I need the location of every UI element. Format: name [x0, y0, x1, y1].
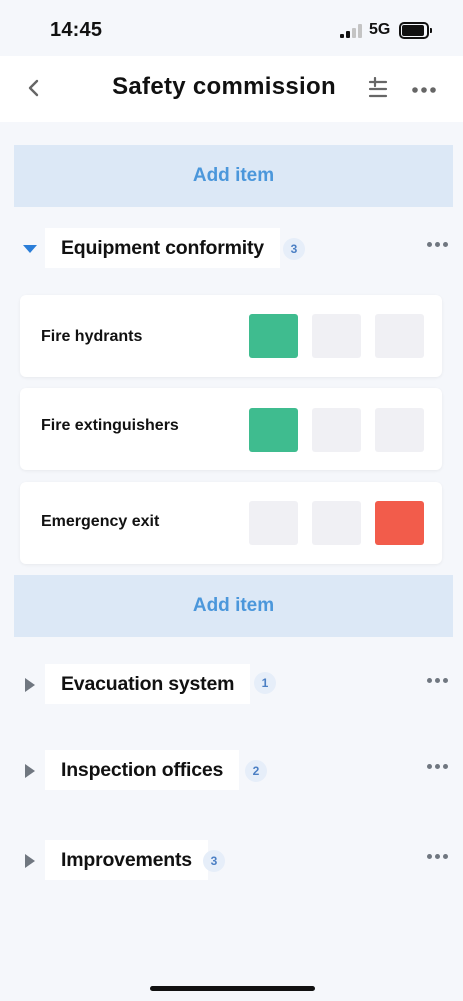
status-square-1[interactable] [249, 501, 298, 545]
section-title: Equipment conformity [45, 228, 280, 268]
section-inspection-offices[interactable]: Inspection offices 2 [0, 750, 463, 794]
add-item-button[interactable]: Add item [14, 575, 453, 637]
item-label: Fire hydrants [41, 328, 143, 345]
section-title: Improvements [45, 840, 208, 880]
sort-icon[interactable] [366, 76, 390, 101]
signal-icon [340, 24, 362, 38]
battery-icon [399, 22, 432, 39]
section-title: Evacuation system [45, 664, 251, 704]
status-square-2[interactable] [312, 501, 361, 545]
section-more-icon[interactable] [427, 854, 451, 862]
item-card-fire-hydrants[interactable]: Fire hydrants [20, 295, 442, 377]
status-square-3[interactable] [375, 314, 424, 358]
item-label: Emergency exit [41, 513, 160, 530]
status-time: 14:45 [50, 19, 103, 41]
section-count-badge: 3 [203, 850, 225, 872]
network-label: 5G [369, 21, 391, 38]
caret-right-icon[interactable] [22, 677, 38, 693]
status-bar: 14:45 5G [0, 0, 463, 56]
status-square-2[interactable] [312, 408, 361, 452]
section-count-badge: 1 [254, 672, 276, 694]
add-item-button[interactable]: Add item [14, 145, 453, 207]
section-evacuation-system[interactable]: Evacuation system 1 [0, 664, 463, 708]
section-more-icon[interactable] [427, 242, 451, 250]
item-label: Fire extinguishers [41, 417, 179, 434]
item-card-fire-extinguishers[interactable]: Fire extinguishers [20, 388, 442, 470]
status-square-2[interactable] [312, 314, 361, 358]
status-square-3[interactable] [375, 408, 424, 452]
section-count-badge: 2 [245, 760, 267, 782]
section-improvements[interactable]: Improvements 3 [0, 840, 463, 884]
status-square-1[interactable] [249, 314, 298, 358]
caret-right-icon[interactable] [22, 853, 38, 869]
item-card-emergency-exit[interactable]: Emergency exit [20, 482, 442, 564]
caret-right-icon[interactable] [22, 763, 38, 779]
section-more-icon[interactable] [427, 764, 451, 772]
section-title: Inspection offices [45, 750, 240, 790]
home-indicator[interactable] [150, 986, 315, 991]
status-square-1[interactable] [249, 408, 298, 452]
more-icon[interactable] [411, 82, 437, 93]
section-more-icon[interactable] [427, 678, 451, 686]
nav-bar: Safety commission [0, 56, 463, 122]
section-equipment-conformity[interactable]: Equipment conformity 3 [0, 228, 463, 272]
section-count-badge: 3 [283, 238, 305, 260]
status-square-3[interactable] [375, 501, 424, 545]
caret-down-icon[interactable] [22, 241, 38, 257]
